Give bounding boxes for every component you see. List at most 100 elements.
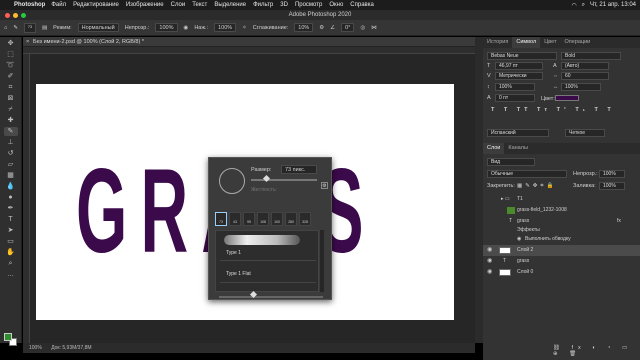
- brush-tool-button-icon[interactable]: ✎: [3, 127, 18, 136]
- layer-row[interactable]: ◉ T grass: [483, 256, 640, 267]
- history-brush-tool-icon[interactable]: ↺: [4, 149, 18, 158]
- document-tab[interactable]: × Без имени-2.psd @ 100% (Слой 2, RGB/8)…: [23, 37, 475, 47]
- minimize-window-button[interactable]: [13, 13, 18, 18]
- baseline-shift-field[interactable]: 0 пт: [495, 94, 535, 102]
- menu-file[interactable]: Файл: [51, 2, 66, 8]
- menu-image[interactable]: Изображение: [126, 2, 164, 8]
- quick-select-tool-icon[interactable]: ✐: [4, 72, 18, 81]
- smoothing-field[interactable]: 10%: [294, 23, 314, 32]
- horizontal-scale-field[interactable]: 100%: [561, 83, 601, 91]
- wifi-icon[interactable]: ◠: [571, 2, 576, 9]
- kerning-select[interactable]: Метрически: [495, 72, 543, 80]
- search-icon[interactable]: ⌕: [582, 2, 585, 9]
- layer-opacity-field[interactable]: 100%: [599, 170, 625, 178]
- effects-row[interactable]: Эффекты: [483, 226, 640, 235]
- tracking-field[interactable]: 60: [561, 72, 609, 80]
- brush-stroke-preview[interactable]: [224, 235, 300, 245]
- brush-size-field[interactable]: 73 пикс.: [281, 165, 317, 174]
- language-select[interactable]: Испанский: [487, 129, 549, 137]
- pen-tool-icon[interactable]: ✒: [4, 204, 18, 213]
- opacity-field[interactable]: 100%: [155, 23, 178, 32]
- tab-layers[interactable]: Слои: [483, 143, 505, 154]
- effect-visibility-icon[interactable]: ◉: [517, 235, 521, 244]
- brush-preset[interactable]: 328: [299, 212, 311, 226]
- layers-footer-buttons[interactable]: ⛓ fx ◐ ◔ ▭ ⊕ 🗑: [553, 345, 640, 357]
- font-size-field[interactable]: 46,97 пт: [495, 62, 543, 70]
- brush-preset[interactable]: 73: [215, 212, 227, 226]
- antialias-select[interactable]: Четкое: [565, 129, 605, 137]
- vertical-ruler[interactable]: [23, 54, 30, 343]
- brush-list-scrollbar[interactable]: [320, 230, 324, 292]
- brush-list-item[interactable]: Type 1 Flat: [226, 271, 251, 277]
- eyedropper-tool-icon[interactable]: ⌿: [4, 105, 18, 114]
- eye-icon[interactable]: ◉: [487, 256, 492, 267]
- vertical-scale-field[interactable]: 100%: [495, 83, 535, 91]
- pressure-opacity-icon[interactable]: ◉: [184, 25, 189, 31]
- menu-window[interactable]: Окно: [329, 2, 343, 8]
- marquee-tool-icon[interactable]: ⬚: [4, 50, 18, 59]
- smoothing-settings-icon[interactable]: ⚙: [319, 25, 324, 31]
- layer-row[interactable]: grass-field_1232-1008: [483, 205, 640, 216]
- font-style-select[interactable]: Bold: [561, 52, 621, 60]
- eraser-tool-icon[interactable]: ▱: [4, 160, 18, 169]
- blend-mode-select[interactable]: Обычные: [487, 170, 567, 178]
- brush-preset-picker[interactable]: 73: [23, 22, 36, 33]
- menu-3d[interactable]: 3D: [280, 2, 288, 8]
- symmetry-icon[interactable]: ⋈: [371, 25, 377, 31]
- brush-list-item[interactable]: Type 1: [226, 250, 241, 256]
- gradient-tool-icon[interactable]: ▦: [4, 171, 18, 180]
- tab-actions[interactable]: Операции: [561, 37, 595, 48]
- type-tool-icon[interactable]: T: [4, 215, 18, 224]
- healing-tool-icon[interactable]: ✚: [4, 116, 18, 125]
- horizontal-ruler[interactable]: [23, 47, 475, 54]
- tab-channels[interactable]: Каналы: [504, 143, 532, 154]
- fill-field[interactable]: 100%: [599, 182, 625, 190]
- lasso-tool-icon[interactable]: ➰: [4, 61, 18, 70]
- menu-layers[interactable]: Слои: [171, 2, 186, 8]
- brush-preset[interactable]: 108: [257, 212, 269, 226]
- crop-tool-icon[interactable]: ⌗: [4, 83, 18, 92]
- brush-popup-settings-icon[interactable]: ⚙: [321, 182, 328, 189]
- move-tool-icon[interactable]: ✥: [4, 39, 18, 48]
- home-icon[interactable]: ⌂: [4, 25, 7, 31]
- menu-select[interactable]: Выделение: [214, 2, 246, 8]
- brush-size-slider[interactable]: [251, 179, 317, 181]
- blur-tool-icon[interactable]: 💧: [4, 182, 18, 191]
- pressure-size-icon[interactable]: ◎: [360, 25, 365, 31]
- menu-filter[interactable]: Фильтр: [253, 2, 273, 8]
- close-window-button[interactable]: [5, 13, 10, 18]
- eye-icon[interactable]: ◉: [487, 267, 492, 278]
- tab-character[interactable]: Символ: [512, 37, 541, 48]
- more-tools-icon[interactable]: …: [4, 270, 18, 279]
- angle-field[interactable]: 0°: [341, 23, 355, 32]
- foreground-color-swatch[interactable]: [4, 333, 12, 341]
- shape-tool-icon[interactable]: ▭: [4, 237, 18, 246]
- type-style-buttons[interactable]: T T TT Tт T¹ T₁ T T: [491, 107, 615, 113]
- layer-row-selected[interactable]: ◉ Слой 2: [483, 245, 640, 256]
- mode-select[interactable]: Нормальный: [77, 23, 119, 32]
- menu-edit[interactable]: Редактирование: [73, 2, 119, 8]
- leading-field[interactable]: (Авто): [561, 62, 609, 70]
- airbrush-icon[interactable]: ✧: [242, 25, 247, 31]
- clock[interactable]: Чт, 21 апр. 13:04: [590, 2, 636, 8]
- menu-help[interactable]: Справка: [350, 2, 374, 8]
- font-family-select[interactable]: Bebas Neue: [487, 52, 557, 60]
- brush-settings-icon[interactable]: ▤: [42, 25, 47, 31]
- pressure-field[interactable]: 100%: [214, 23, 237, 32]
- close-tab-icon[interactable]: ×: [26, 37, 29, 47]
- frame-tool-icon[interactable]: ⊠: [4, 94, 18, 103]
- zoom-window-button[interactable]: [21, 13, 26, 18]
- menu-view[interactable]: Просмотр: [295, 2, 322, 8]
- layer-row[interactable]: ◉ Слой 0: [483, 267, 640, 278]
- layer-row[interactable]: ▸ ▭ Т1: [483, 194, 640, 205]
- dodge-tool-icon[interactable]: ●: [4, 193, 18, 202]
- eye-icon[interactable]: ◉: [487, 245, 492, 256]
- brush-preset[interactable]: 280: [285, 212, 297, 226]
- zoom-readout[interactable]: 100%: [29, 345, 42, 351]
- clone-stamp-tool-icon[interactable]: ⊥: [4, 138, 18, 147]
- hand-tool-icon[interactable]: ✋: [4, 248, 18, 257]
- layer-filter-select[interactable]: Вид: [487, 158, 535, 166]
- tab-color[interactable]: Цвет: [540, 37, 560, 48]
- zoom-tool-icon[interactable]: ⌕: [4, 259, 18, 268]
- lock-buttons[interactable]: ▦✎✥⌗🔒: [517, 183, 556, 190]
